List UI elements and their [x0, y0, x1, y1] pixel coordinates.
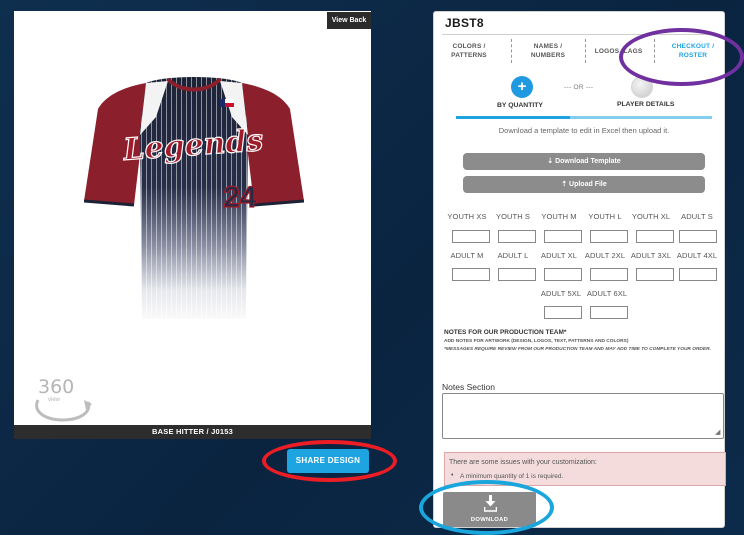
annotation-ring-purple — [619, 28, 744, 86]
size-label-youth-l: YOUTH L — [588, 212, 622, 221]
qty-input-youth-s[interactable] — [498, 230, 536, 243]
product-caption: BASE HITTER / J0153 — [14, 425, 371, 439]
notes-subheading: ADD NOTES FOR ARTWORK (DESIGN, LOGOS, TE… — [444, 339, 629, 344]
qty-input-adult-3xl[interactable] — [636, 268, 674, 281]
tab-label-line1: COLORS / — [452, 43, 486, 50]
qty-input-adult-s[interactable] — [679, 230, 717, 243]
size-label-adult-6xl: ADULT 6XL — [586, 289, 628, 298]
bullet-icon: • — [451, 472, 454, 479]
texas-flag-icon — [220, 99, 234, 107]
qty-input-adult-4xl[interactable] — [679, 268, 717, 281]
design-code: JBST8 — [445, 16, 484, 30]
qty-input-youth-xl[interactable] — [636, 230, 674, 243]
tab-label-line2: NUMBERS — [530, 52, 566, 59]
annotation-ring-blue — [419, 480, 554, 535]
by-quantity-plus-icon[interactable]: + — [511, 76, 533, 98]
size-label-youth-xl: YOUTH XL — [631, 212, 671, 221]
template-instructions: Download a template to edit in Excel the… — [498, 126, 670, 135]
tab-colors-patterns[interactable]: COLORS / PATTERNS — [445, 42, 493, 60]
qty-input-youth-l[interactable] — [590, 230, 628, 243]
issue-item: A minimum quantity of 1 is required. — [460, 473, 564, 480]
size-label-adult-l: ADULT L — [497, 251, 529, 260]
tab-separator — [511, 39, 512, 63]
notes-heading: NOTES FOR OUR PRODUCTION TEAM* — [444, 329, 567, 336]
size-label-youth-xs: YOUTH XS — [447, 212, 487, 221]
size-label-youth-m: YOUTH M — [541, 212, 577, 221]
qty-input-adult-xl[interactable] — [544, 268, 582, 281]
notes-textarea[interactable] — [442, 393, 724, 439]
size-label-adult-xl: ADULT XL — [541, 251, 577, 260]
size-label-adult-4xl: ADULT 4XL — [676, 251, 718, 260]
view-back-button[interactable]: View Back — [327, 12, 371, 29]
qty-input-youth-xs[interactable] — [452, 230, 490, 243]
size-label-adult-5xl: ADULT 5XL — [540, 289, 582, 298]
download-template-button[interactable]: ⇣ Download Template — [463, 153, 705, 170]
qty-input-adult-m[interactable] — [452, 268, 490, 281]
rotate-arrow-icon — [35, 399, 92, 422]
tab-label-line1: NAMES / — [533, 43, 563, 50]
size-label-adult-m: ADULT M — [450, 251, 484, 260]
qty-input-adult-2xl[interactable] — [590, 268, 628, 281]
qty-input-adult-l[interactable] — [498, 268, 536, 281]
jersey-number: 24 — [223, 181, 257, 214]
notes-disclaimer: *MESSAGES REQUIRE REVIEW FROM OUR PRODUC… — [444, 347, 711, 352]
size-label-adult-3xl: ADULT 3XL — [630, 251, 672, 260]
player-details-label[interactable]: PLAYER DETAILS — [617, 101, 674, 108]
qty-input-adult-6xl[interactable] — [590, 306, 628, 319]
qty-input-youth-m[interactable] — [544, 230, 582, 243]
tab-underline — [570, 116, 712, 119]
issue-title: There are some issues with your customiz… — [449, 459, 597, 466]
360-view-icon[interactable]: 360 view — [32, 376, 94, 422]
size-label-adult-s: ADULT S — [681, 212, 713, 221]
size-label-adult-2xl: ADULT 2XL — [584, 251, 626, 260]
customizer-panel: JBST8 COLORS / PATTERNS NAMES / NUMBERS … — [433, 11, 725, 528]
tab-names-numbers[interactable]: NAMES / NUMBERS — [524, 42, 572, 60]
active-tab-underline — [456, 116, 570, 119]
resize-handle-icon[interactable]: ◢ — [715, 428, 720, 436]
qty-input-adult-5xl[interactable] — [544, 306, 582, 319]
upload-file-button[interactable]: ⇡ Upload File — [463, 176, 705, 193]
notes-section-label: Notes Section — [442, 382, 495, 392]
jersey-preview: Legends 24 — [84, 77, 304, 319]
size-label-youth-s: YOUTH S — [495, 212, 531, 221]
annotation-ring-red — [262, 440, 397, 482]
tab-label-line2: PATTERNS — [451, 52, 487, 59]
tab-separator — [585, 39, 586, 63]
product-preview-panel: View Back Legends 24 360 view BASE HITTE… — [14, 11, 371, 439]
or-separator: --- OR --- — [564, 84, 594, 91]
by-quantity-label[interactable]: BY QUANTITY — [497, 102, 543, 109]
